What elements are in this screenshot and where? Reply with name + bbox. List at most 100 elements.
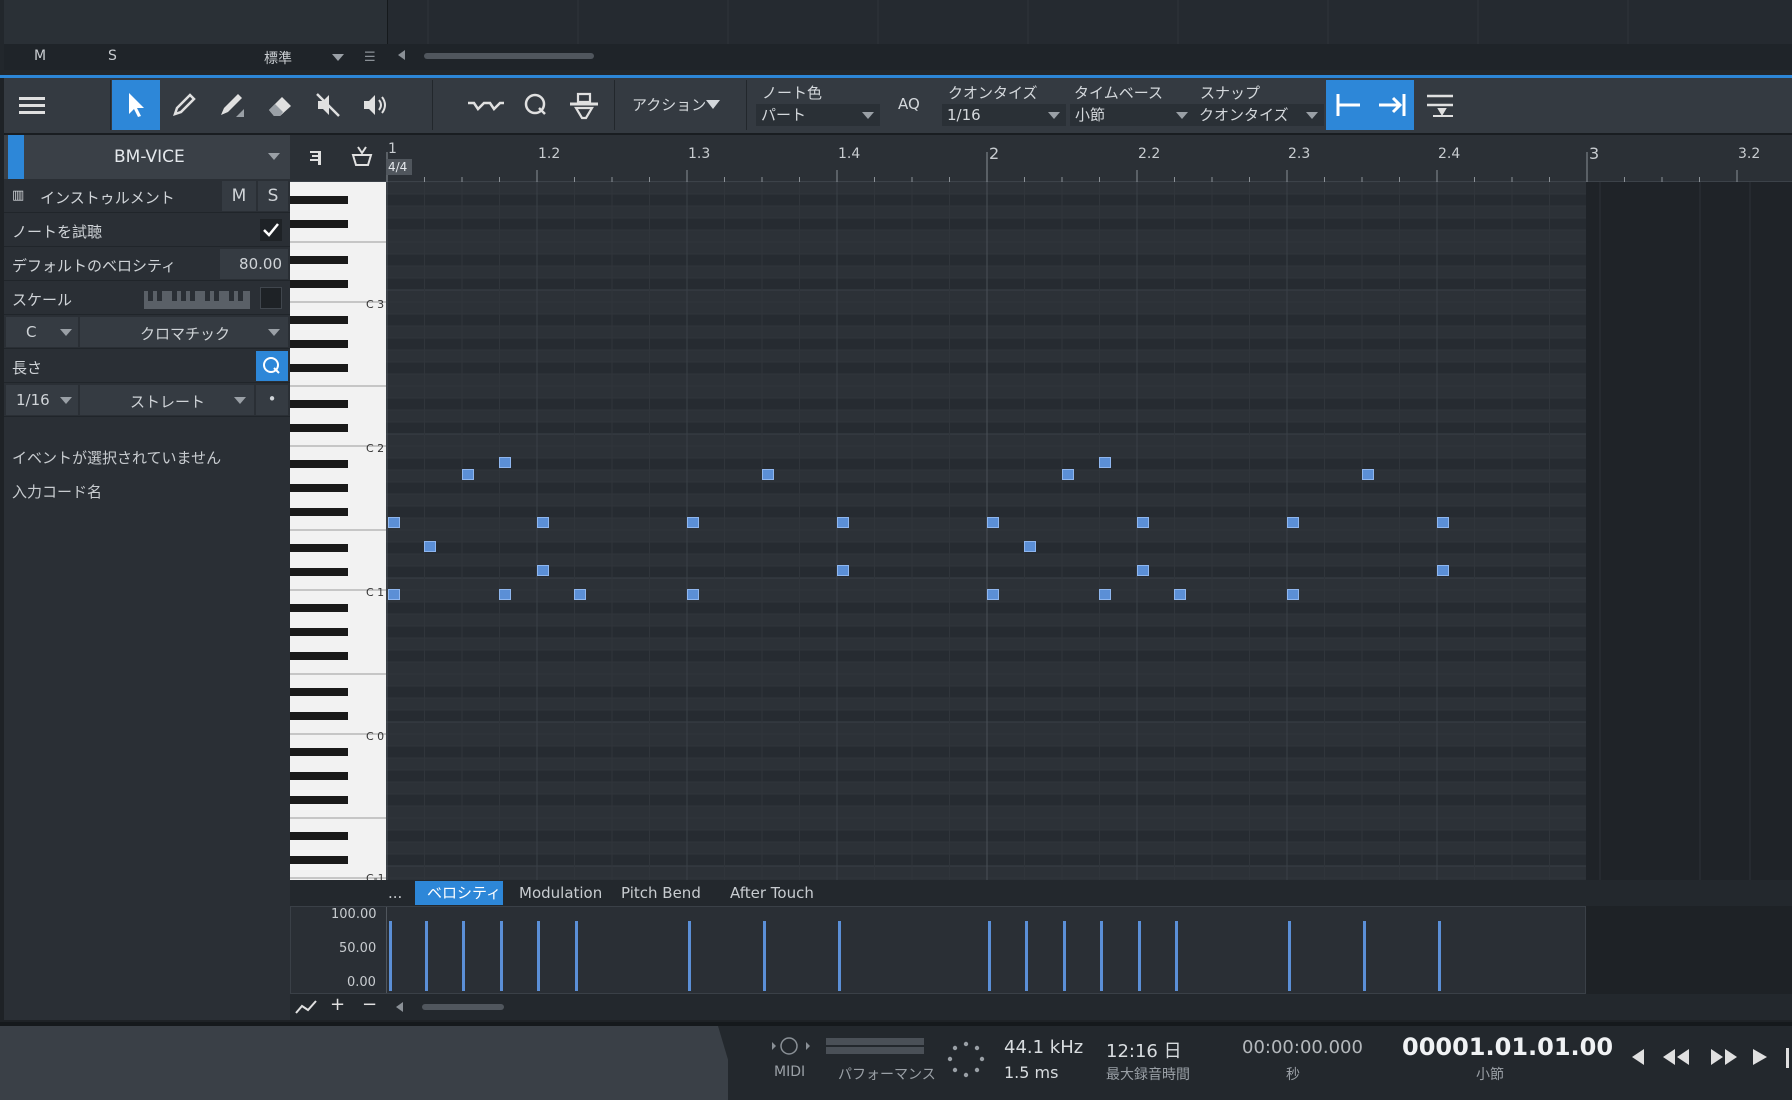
grid-fit-button[interactable] (1418, 80, 1462, 130)
time-signature[interactable]: 4/4 (386, 159, 412, 175)
snap-select[interactable]: クオンタイズ (1194, 104, 1324, 126)
tab-pitch-bend[interactable]: Pitch Bend (609, 881, 713, 905)
time-display[interactable]: 00:00:00.000 (1242, 1037, 1363, 1058)
previous-marker-icon[interactable] (1628, 1046, 1648, 1068)
tab-velocity[interactable]: ベロシティ (415, 881, 503, 905)
velocity-bar[interactable] (1175, 921, 1178, 991)
fast-forward-icon[interactable] (1708, 1046, 1740, 1068)
mute-button[interactable]: M (34, 48, 46, 64)
midi-note[interactable] (1287, 517, 1299, 528)
tab-modulation[interactable]: Modulation (507, 881, 614, 905)
line-tool-icon[interactable] (294, 998, 318, 1016)
transform-tool-button[interactable] (462, 80, 510, 130)
midi-note[interactable] (1362, 469, 1374, 480)
add-lane-icon[interactable]: + (330, 994, 345, 1015)
velocity-bar[interactable] (1438, 921, 1441, 991)
timebase-select[interactable]: 小節 (1070, 104, 1194, 126)
listen-tool-button[interactable] (352, 80, 400, 130)
mute-tool-button[interactable] (304, 80, 352, 130)
midi-note[interactable] (687, 517, 699, 528)
midi-note[interactable] (1099, 457, 1111, 468)
midi-note[interactable] (837, 517, 849, 528)
aq-button[interactable]: AQ (898, 95, 920, 113)
paint-tool-button[interactable] (208, 80, 256, 130)
velocity-bar[interactable] (500, 921, 503, 991)
rewind-icon[interactable] (1660, 1046, 1692, 1068)
midi-note[interactable] (762, 469, 774, 480)
preset-select[interactable]: 標準 (264, 48, 292, 68)
midi-note[interactable] (1024, 541, 1036, 552)
quantize-select[interactable]: 1/16 (942, 104, 1066, 126)
midi-note[interactable] (1174, 589, 1186, 600)
length-mode-select[interactable]: ストレート (80, 385, 254, 415)
instrument-name[interactable]: BM-VICE (114, 147, 185, 167)
velocity-bar[interactable] (575, 921, 578, 991)
midi-note[interactable] (574, 589, 586, 600)
velocity-bar[interactable] (1025, 921, 1028, 991)
velocity-lane[interactable]: 100.00 50.00 0.00 (290, 906, 1586, 994)
midi-note[interactable] (1137, 517, 1149, 528)
eraser-tool-button[interactable] (256, 80, 304, 130)
quantize-button[interactable] (512, 80, 560, 130)
chevron-down-icon[interactable] (706, 100, 720, 109)
follow-icon[interactable] (350, 145, 374, 169)
solo-button[interactable]: S (108, 48, 117, 64)
tab-after-touch[interactable]: After Touch (718, 881, 826, 905)
scroll-left-icon[interactable] (398, 50, 405, 60)
menu-button[interactable] (8, 80, 56, 130)
horizontal-scrollbar[interactable] (424, 53, 594, 59)
stop-icon[interactable] (1786, 1048, 1789, 1068)
length-select[interactable]: 1/16 (6, 385, 78, 415)
midi-note[interactable] (687, 589, 699, 600)
note-color-select[interactable]: パート (756, 104, 880, 126)
scroll-left-icon[interactable] (396, 1002, 403, 1012)
timeline-ruler[interactable]: 4/4 1 1.2 1.3 1.4 2 2.2 2.3 2.4 3 3.2 (290, 135, 1792, 182)
length-quantize-button[interactable] (256, 351, 288, 381)
dotted-note-button[interactable]: • (256, 385, 288, 415)
audition-checkbox[interactable] (260, 219, 282, 241)
velocity-bar[interactable] (838, 921, 841, 991)
velocity-bar[interactable] (1288, 921, 1291, 991)
midi-note[interactable] (537, 517, 549, 528)
humanize-button[interactable] (560, 80, 608, 130)
pencil-tool-button[interactable] (160, 80, 208, 130)
velocity-bar[interactable] (1138, 921, 1141, 991)
midi-note[interactable] (837, 565, 849, 576)
velocity-bar[interactable] (389, 921, 392, 991)
chevron-down-icon[interactable] (332, 54, 344, 61)
midi-note[interactable] (1287, 589, 1299, 600)
midi-note[interactable] (388, 589, 400, 600)
velocity-bar[interactable] (425, 921, 428, 991)
velocity-bar[interactable] (1363, 921, 1366, 991)
action-menu[interactable]: アクション (632, 94, 706, 115)
play-icon[interactable] (1750, 1046, 1770, 1068)
velocity-bar[interactable] (1063, 921, 1066, 991)
midi-note[interactable] (1062, 469, 1074, 480)
midi-note[interactable] (424, 541, 436, 552)
arrow-tool-button[interactable] (112, 80, 160, 130)
expand-icon[interactable] (308, 149, 324, 167)
midi-note[interactable] (499, 589, 511, 600)
midi-note[interactable] (1137, 565, 1149, 576)
midi-note[interactable] (1437, 565, 1449, 576)
instrument-solo-button[interactable]: S (258, 181, 288, 211)
remove-lane-icon[interactable]: − (362, 994, 377, 1015)
velocity-bar[interactable] (688, 921, 691, 991)
velocity-bar[interactable] (1100, 921, 1103, 991)
velocity-bar[interactable] (988, 921, 991, 991)
midi-note[interactable] (1099, 589, 1111, 600)
chevron-down-icon[interactable] (268, 153, 280, 160)
more-tabs-button[interactable]: ... (384, 881, 406, 905)
piano-keyboard[interactable]: C 3 C 2 C 1 C 0 C-1 (290, 182, 386, 880)
midi-note[interactable] (537, 565, 549, 576)
midi-note[interactable] (499, 457, 511, 468)
instrument-mute-button[interactable]: M (222, 181, 256, 211)
scale-type-select[interactable]: クロマチック (80, 317, 288, 347)
midi-note[interactable] (388, 517, 400, 528)
snap-end-button[interactable] (1370, 80, 1414, 130)
velocity-bar[interactable] (537, 921, 540, 991)
scale-checkbox[interactable] (260, 287, 282, 309)
note-grid[interactable] (386, 182, 1586, 880)
midi-note[interactable] (462, 469, 474, 480)
midi-note[interactable] (987, 517, 999, 528)
